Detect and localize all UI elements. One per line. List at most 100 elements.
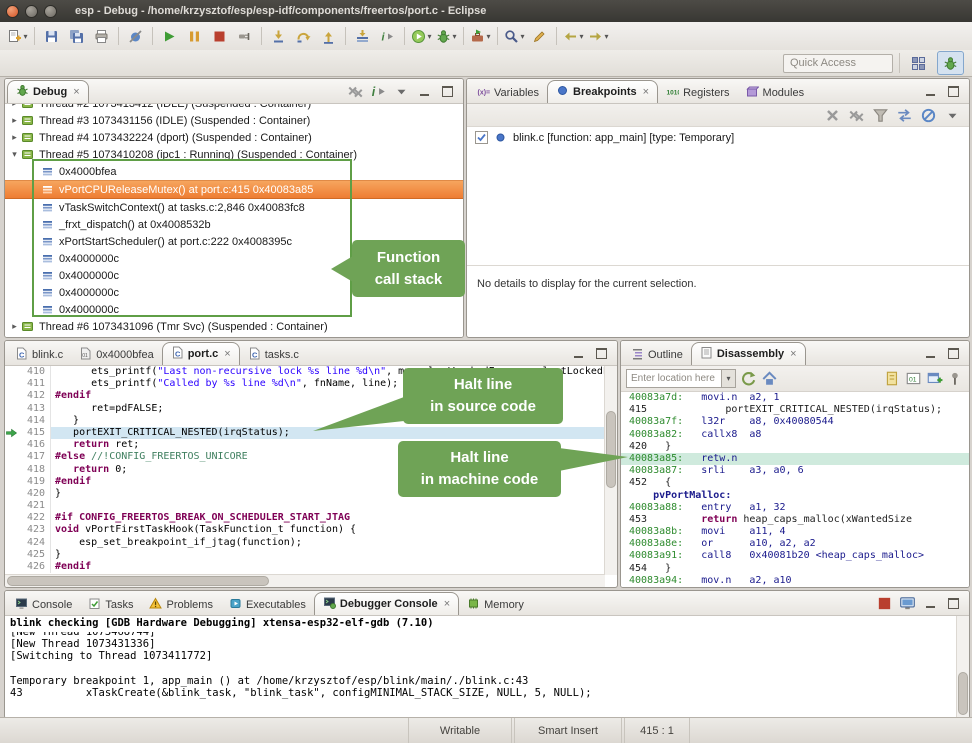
remove-all-button[interactable] (347, 83, 364, 100)
tab-tasks[interactable]: Tasks (80, 594, 141, 615)
home-button[interactable] (761, 370, 778, 387)
expander-icon[interactable]: ▸ (8, 321, 21, 332)
scrollbar-thumb[interactable] (606, 411, 616, 488)
step-into-button[interactable] (266, 25, 291, 47)
tab-outline[interactable]: Outline (623, 344, 691, 365)
window-close-button[interactable] (6, 5, 19, 18)
skip-all-breakpoints-button[interactable] (123, 25, 148, 47)
disassembly-line[interactable]: pvPortMalloc: (621, 490, 969, 502)
close-icon[interactable]: × (444, 598, 450, 610)
stack-frame-row[interactable]: _frxt_dispatch() at 0x4008532b (5, 216, 463, 233)
scrollbar-thumb[interactable] (958, 672, 968, 715)
thread-row[interactable]: ▸Thread #6 1073431096 (Tmr Svc) (Suspend… (5, 318, 463, 335)
disassembly-line[interactable]: 40083a8b: movi a11, 4 (621, 526, 969, 538)
instr-button[interactable]: i (370, 83, 387, 100)
minimize-button[interactable] (922, 345, 939, 362)
save-button[interactable] (39, 25, 64, 47)
thread-row[interactable]: ▸Thread #3 1073431156 (IDLE) (Suspended … (5, 112, 463, 129)
print-button[interactable] (89, 25, 114, 47)
editor-vertical-scrollbar[interactable] (604, 366, 617, 575)
close-icon[interactable]: × (790, 348, 796, 360)
back-button[interactable]: ▾ (561, 25, 586, 47)
maximize-button[interactable] (945, 345, 962, 362)
editor-horizontal-scrollbar[interactable] (5, 574, 605, 587)
editor-line[interactable]: 421 (5, 500, 605, 512)
show-opcodes-button[interactable]: 01 (905, 370, 922, 387)
editor-line[interactable]: 415 portEXIT_CRITICAL_NESTED(irqStatus); (5, 427, 605, 439)
quick-access-box[interactable]: Quick Access (783, 54, 893, 73)
expander-icon[interactable]: ▸ (8, 115, 21, 126)
sync-source-button[interactable] (884, 370, 901, 387)
new-wizard-button[interactable]: ▾ (5, 25, 30, 47)
disassembly-line[interactable]: 452 { (621, 477, 969, 489)
stack-frame-row[interactable]: vPortCPUReleaseMutex() at port.c:415 0x4… (5, 180, 463, 199)
tab-tasks-c[interactable]: Ctasks.c (240, 344, 307, 365)
search-button[interactable]: ▾ (502, 25, 527, 47)
new-wizard-dropdown-icon[interactable]: ▾ (23, 32, 27, 41)
close-icon[interactable]: × (224, 348, 230, 360)
tab-executables[interactable]: Executables (221, 594, 314, 615)
suspend-button[interactable] (182, 25, 207, 47)
stack-frame-row[interactable]: 0x4000000c (5, 301, 463, 318)
tab-registers[interactable]: 1010Registers (658, 82, 737, 103)
console-output[interactable]: [New Thread 1073468744][New Thread 10734… (10, 632, 953, 716)
tab-modules[interactable]: Modules (738, 82, 813, 103)
pin-button[interactable] (947, 370, 964, 387)
run-dropdown-icon[interactable]: ▾ (427, 32, 431, 41)
expander-icon[interactable]: ▸ (8, 132, 21, 143)
tab-breakpoints[interactable]: Breakpoints× (547, 80, 658, 103)
disassembly-line[interactable]: 420 } (621, 441, 969, 453)
disassembly-listing[interactable]: 40083a7d: movi.n a2, 1415 portEXIT_CRITI… (621, 392, 969, 587)
save-all-button[interactable] (64, 25, 89, 47)
external-tools-button[interactable]: ▾ (468, 25, 493, 47)
forward-button[interactable]: ▾ (586, 25, 611, 47)
disassembly-line[interactable]: 40083a85: retw.n (621, 453, 969, 465)
window-minimize-button[interactable] (25, 5, 38, 18)
tab-console[interactable]: Console (7, 594, 80, 615)
thread-row[interactable]: ▸Thread #2 1073413412 (IDLE) (Suspended … (5, 104, 463, 112)
disassembly-line[interactable]: 40083a7d: movi.n a2, 1 (621, 392, 969, 404)
step-over-button[interactable] (291, 25, 316, 47)
location-input[interactable]: Enter location here ▾ (626, 369, 736, 388)
expander-icon[interactable]: ▾ (8, 149, 21, 160)
search-dropdown-icon[interactable]: ▾ (520, 32, 524, 41)
stack-frame-row[interactable]: 0x4000bfea (5, 163, 463, 180)
link-button[interactable] (896, 107, 913, 124)
instruction-stepping-button[interactable]: i (375, 25, 400, 47)
drop-to-frame-button[interactable] (350, 25, 375, 47)
disassembly-line[interactable]: 40083a91: call8 0x40081b20 <heap_caps_ma… (621, 550, 969, 562)
disassembly-line[interactable]: 415 portEXIT_CRITICAL_NESTED(irqStatus); (621, 404, 969, 416)
maximize-button[interactable] (945, 595, 962, 612)
tab-0x4000bfea[interactable]: 010x4000bfea (71, 344, 162, 365)
new-view-button[interactable] (926, 370, 943, 387)
disassembly-line[interactable]: 40083a82: callx8 a8 (621, 429, 969, 441)
checkbox-checked-icon[interactable] (475, 131, 488, 144)
thread-row[interactable]: ▸Thread #4 1073432224 (dport) (Suspended… (5, 129, 463, 146)
disassembly-line[interactable]: 453 return heap_caps_malloc(xWantedSize (621, 514, 969, 526)
tab-debugger-console[interactable]: Debugger Console× (314, 592, 459, 615)
minimize-button[interactable] (570, 345, 587, 362)
console-scrollbar[interactable] (956, 616, 969, 718)
tab-debug[interactable]: Debug× (7, 80, 89, 103)
view-menu-button[interactable] (393, 83, 410, 100)
tab-problems[interactable]: Problems (141, 594, 220, 615)
run-button[interactable]: ▾ (409, 25, 434, 47)
maximize-button[interactable] (439, 83, 456, 100)
back-dropdown-icon[interactable]: ▾ (579, 32, 583, 41)
editor-line[interactable]: 424 esp_set_breakpoint_if_jtag(function)… (5, 537, 605, 549)
tab-blink-c[interactable]: Cblink.c (7, 344, 71, 365)
monitor-button[interactable] (899, 595, 916, 612)
filter-button[interactable] (872, 107, 889, 124)
external-tools-dropdown-icon[interactable]: ▾ (486, 32, 490, 41)
window-maximize-button[interactable] (44, 5, 57, 18)
maximize-button[interactable] (593, 345, 610, 362)
tab-memory[interactable]: Memory (459, 594, 532, 615)
refresh-button[interactable] (740, 370, 757, 387)
editor-line[interactable]: 426#endif (5, 561, 605, 573)
disassembly-line[interactable]: 40083a94: mov.n a2, a10 (621, 575, 969, 587)
minimize-button[interactable] (416, 83, 433, 100)
debug-dropdown-icon[interactable]: ▾ (452, 32, 456, 41)
chevron-down-icon[interactable]: ▾ (721, 370, 735, 387)
close-icon[interactable]: × (643, 86, 649, 98)
minimize-button[interactable] (922, 595, 939, 612)
